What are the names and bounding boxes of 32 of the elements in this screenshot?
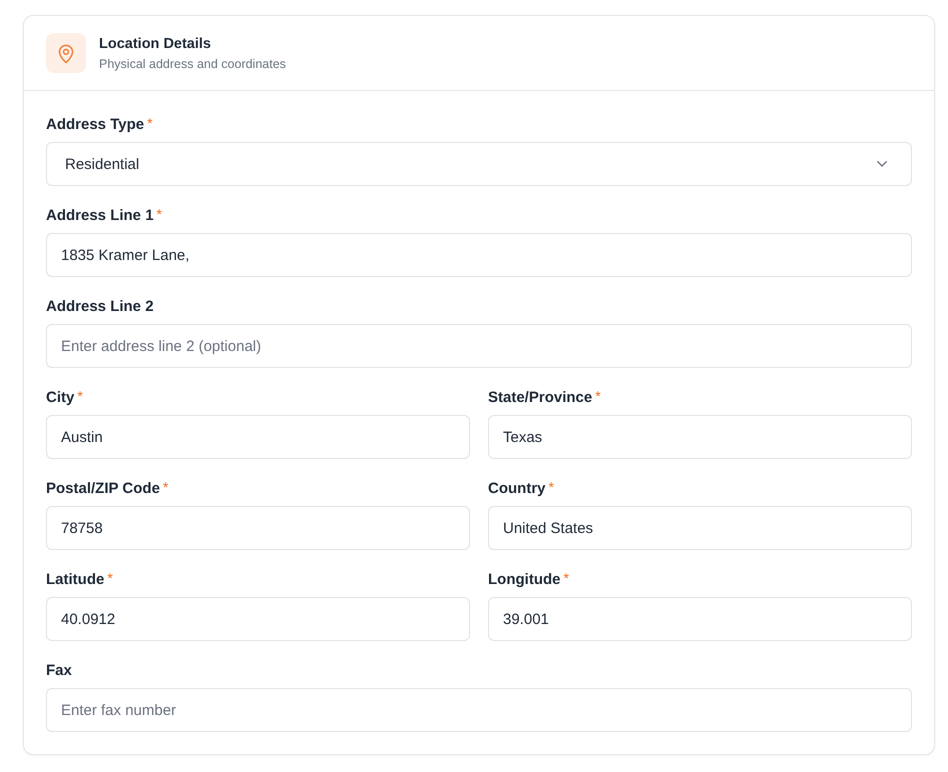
- text-input[interactable]: 39.001: [488, 597, 912, 641]
- field-label: Country: [488, 479, 546, 499]
- text-input[interactable]: 1835 Kramer Lane,: [46, 233, 912, 277]
- field-label: Address Line 2: [46, 297, 154, 317]
- text-input[interactable]: Austin: [46, 415, 470, 459]
- dropdown-select[interactable]: Residential: [46, 142, 912, 186]
- required-mark: *: [77, 388, 83, 404]
- required-mark: *: [548, 479, 554, 495]
- field-label: City: [46, 388, 74, 408]
- text-input[interactable]: 40.0912: [46, 597, 470, 641]
- field-label: Latitude: [46, 570, 104, 590]
- required-mark: *: [147, 115, 153, 131]
- text-input[interactable]: United States: [488, 506, 912, 550]
- field-label: Longitude: [488, 570, 560, 590]
- field-label: Address Type: [46, 115, 144, 135]
- card-title: Location Details: [99, 34, 212, 52]
- required-mark: *: [595, 388, 601, 404]
- card-subtitle: Physical address and coordinates: [99, 56, 286, 72]
- text-input[interactable]: 78758: [46, 506, 470, 550]
- field-label: Fax: [46, 661, 72, 681]
- map-pin-icon: [46, 33, 86, 73]
- chevron-down-icon: [877, 161, 887, 167]
- required-mark: *: [156, 206, 162, 222]
- required-mark: *: [162, 479, 168, 495]
- field-label: Postal/ZIP Code: [46, 479, 160, 499]
- field-label: State/Province: [488, 388, 592, 408]
- field-label: Address Line 1: [46, 206, 154, 226]
- text-input[interactable]: Enter address line 2 (optional): [46, 324, 912, 368]
- text-input[interactable]: Texas: [488, 415, 912, 459]
- required-mark: *: [563, 570, 569, 586]
- text-input[interactable]: Enter fax number: [46, 688, 912, 732]
- required-mark: *: [107, 570, 113, 586]
